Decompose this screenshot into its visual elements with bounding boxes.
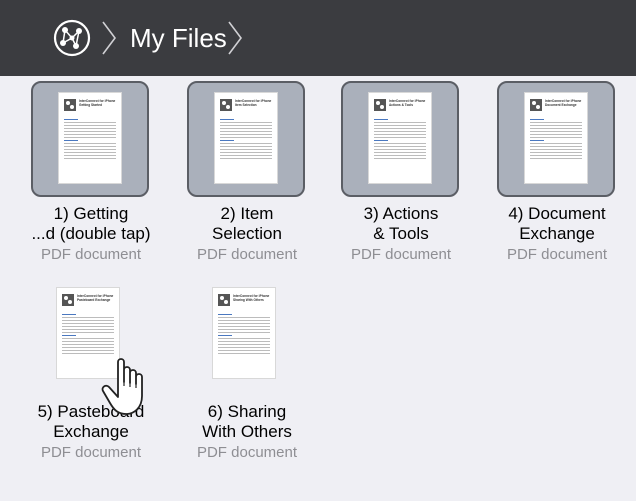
file-type: PDF document	[506, 246, 608, 263]
file-name: 6) Sharing With Others	[172, 402, 322, 442]
file-name: 2) Item Selection	[172, 204, 322, 244]
file-name: 4) Document Exchange	[482, 204, 632, 244]
thumbnail-text-lines	[374, 117, 426, 161]
app-logo-icon	[218, 294, 230, 306]
thumbnail-title: InterConnect for iPhone Document Exchang…	[545, 99, 583, 107]
file-type: PDF document	[196, 444, 298, 461]
file-name-line: 3) Actions	[363, 204, 439, 223]
file-name-line: 6) Sharing	[207, 402, 287, 421]
navigation-bar: My Files	[0, 0, 636, 76]
app-logo-icon	[374, 99, 386, 111]
thumbnail-text-lines	[218, 312, 270, 356]
file-grid: InterConnect for iPhone Getting Started …	[0, 76, 636, 501]
thumbnail-title-line: Getting Started	[79, 103, 103, 107]
file-type: PDF document	[196, 246, 298, 263]
thumbnail-text-lines	[220, 117, 272, 161]
pdf-thumbnail[interactable]: InterConnect for iPhone Item Selection	[215, 93, 277, 183]
thumbnail-title: InterConnect for iPhone Pasteboard Excha…	[77, 294, 115, 302]
hand-pointer-icon	[101, 358, 143, 415]
file-tile[interactable]: InterConnect for iPhone Getting Started …	[16, 76, 166, 266]
thumbnail-title-line: Item Selection	[235, 103, 257, 107]
thumbnail-text-lines	[62, 312, 114, 356]
app-logo-icon	[220, 99, 232, 111]
thumbnail-title: InterConnect for iPhone Actions & Tools	[389, 99, 427, 107]
file-name-line: 4) Document	[508, 204, 606, 223]
globe-network-icon[interactable]	[52, 18, 92, 58]
file-tile[interactable]: InterConnect for iPhone Document Exchang…	[482, 76, 632, 266]
file-type: PDF document	[40, 444, 142, 461]
thumbnail-title-line: Pasteboard Exchange	[77, 298, 111, 302]
thumbnail-text-lines	[530, 117, 582, 161]
thumbnail-title: InterConnect for iPhone Item Selection	[235, 99, 273, 107]
file-tile[interactable]: InterConnect for iPhone Actions & Tools …	[326, 76, 476, 266]
chevron-right-icon	[102, 21, 116, 55]
thumbnail-text-lines	[64, 117, 116, 161]
chevron-right-icon	[228, 21, 242, 55]
pdf-thumbnail[interactable]: InterConnect for iPhone Actions & Tools	[369, 93, 431, 183]
file-name-line: & Tools	[373, 224, 429, 243]
thumbnail-title-line: Document Exchange	[545, 103, 577, 107]
file-name-line: 2) Item	[220, 204, 274, 223]
pdf-thumbnail[interactable]: InterConnect for iPhone Sharing With Oth…	[213, 288, 275, 378]
pdf-thumbnail[interactable]: InterConnect for iPhone Getting Started	[59, 93, 121, 183]
thumbnail-title-line: Actions & Tools	[389, 103, 414, 107]
file-name: 1) Getting ...d (double tap)	[16, 204, 166, 244]
file-tile[interactable]: InterConnect for iPhone Item Selection 2…	[172, 76, 322, 266]
file-type: PDF document	[350, 246, 452, 263]
breadcrumb-my-files[interactable]: My Files	[130, 23, 227, 53]
file-tile[interactable]: InterConnect for iPhone Sharing With Oth…	[172, 274, 322, 464]
app-logo-icon	[62, 294, 74, 306]
thumbnail-title: InterConnect for iPhone Getting Started	[79, 99, 117, 107]
thumbnail-title: InterConnect for iPhone Sharing With Oth…	[233, 294, 271, 302]
thumbnail-title-line: Sharing With Others	[233, 298, 264, 302]
pdf-thumbnail[interactable]: InterConnect for iPhone Document Exchang…	[525, 93, 587, 183]
file-name-line: 1) Getting	[53, 204, 129, 223]
file-type: PDF document	[40, 246, 142, 263]
file-name-line: Exchange	[53, 422, 129, 441]
file-name: 3) Actions & Tools	[326, 204, 476, 244]
file-name-line: Selection	[212, 224, 282, 243]
file-name-line: With Others	[202, 422, 292, 441]
file-name-line: Exchange	[519, 224, 595, 243]
app-logo-icon	[530, 99, 542, 111]
app-logo-icon	[64, 99, 76, 111]
file-name-line: ...d (double tap)	[31, 224, 151, 243]
